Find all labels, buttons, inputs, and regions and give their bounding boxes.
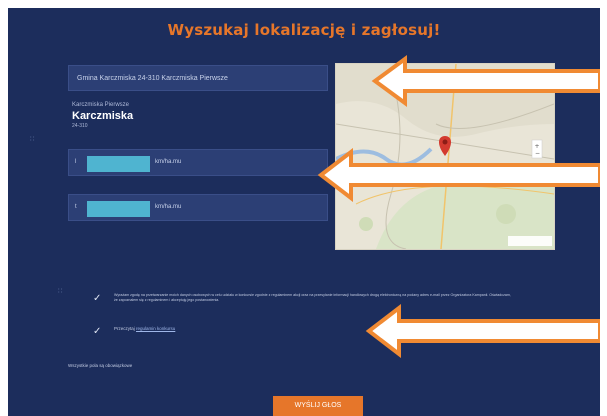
locality-name: Karczmiska (72, 110, 134, 122)
row-suffix: km/ha.mu (155, 159, 182, 165)
required-note: Wszystkie pola są obowiązkowe (68, 363, 133, 368)
locality-info: Karczmiska Pierwsze Karczmiska 24-310 (72, 102, 133, 129)
consent-rules-prefix: Przeczytaj (114, 326, 135, 331)
location-search-input[interactable]: Gmina Karczmiska 24-310 Karczmiska Pierw… (68, 65, 328, 91)
row-prefix: t (75, 204, 77, 210)
locality-postal-code: 24-310 (72, 123, 88, 129)
page-frame: Wyszukaj lokalizację i zagłosuj! Gmina K… (8, 8, 600, 416)
row-suffix: km/ha.mu (155, 204, 182, 210)
locality-region: Karczmiska Pierwsze (72, 102, 130, 108)
row-prefix: l (75, 159, 77, 165)
consent-text: Wyrażam zgodę na przetwarzanie moich dan… (114, 293, 511, 302)
dots-icon: ∷ (58, 288, 63, 295)
redacted-block (87, 156, 150, 172)
redacted-block (87, 201, 150, 217)
submit-vote-button[interactable]: WYŚLIJ GŁOS (273, 396, 363, 416)
consent-rules-text: Przeczytaj regulamin konkursu (114, 326, 175, 331)
rules-link[interactable]: regulamin konkursu (136, 326, 175, 331)
dots-icon: ∷ (30, 136, 35, 143)
annotation-arrow (317, 148, 600, 202)
annotation-arrow (371, 55, 600, 107)
annotation-arrow (365, 304, 600, 358)
page-title: Wyszukaj lokalizację i zagłosuj! (167, 21, 441, 39)
result-row[interactable]: l km/ha.mu (68, 149, 328, 176)
checkbox-consent-rules[interactable]: ✓ (93, 326, 101, 337)
result-row[interactable]: t km/ha.mu (68, 194, 328, 221)
checkbox-consent-marketing[interactable]: ✓ (93, 293, 101, 304)
